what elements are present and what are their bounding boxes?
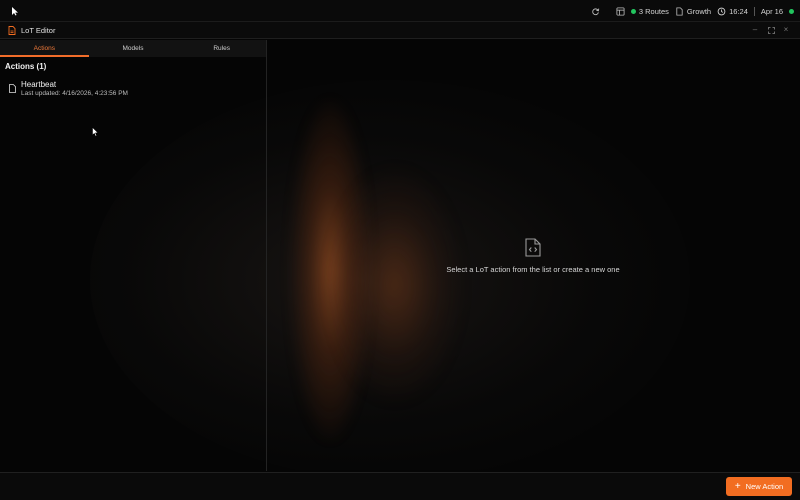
plus-icon: + bbox=[734, 480, 741, 492]
routes-status[interactable]: 3 Routes bbox=[630, 6, 669, 16]
layout-icon[interactable] bbox=[616, 6, 625, 16]
mouse-cursor-icon bbox=[92, 127, 99, 137]
workspace-indicator[interactable]: Growth bbox=[675, 7, 711, 16]
window-title: LoT Editor bbox=[21, 26, 56, 35]
minimize-icon[interactable]: – bbox=[750, 25, 760, 35]
action-list-item-heartbeat[interactable]: Heartbeat Last updated: 4/16/2026, 4:23:… bbox=[6, 79, 256, 101]
close-icon[interactable]: × bbox=[781, 25, 791, 35]
new-action-label: New Action bbox=[745, 482, 784, 491]
workspace-label: Growth bbox=[686, 6, 712, 16]
clock-icon bbox=[717, 7, 726, 15]
routes-label: 3 Routes bbox=[638, 6, 669, 16]
window-titlebar: LoT Editor – × bbox=[0, 22, 800, 39]
system-bar: 3 Routes Growth 16:24 Apr 16 bbox=[0, 0, 800, 22]
action-last-updated: Last updated: 4/16/2026, 4:23:56 PM bbox=[21, 90, 128, 97]
tab-actions[interactable]: Actions bbox=[0, 40, 89, 57]
tab-models[interactable]: Models bbox=[89, 40, 178, 57]
tab-rules[interactable]: Rules bbox=[177, 40, 266, 57]
empty-state-message: Select a LoT action from the list or cre… bbox=[446, 265, 620, 274]
refresh-icon[interactable] bbox=[591, 7, 600, 16]
actions-section-title: Actions (1) bbox=[5, 62, 47, 71]
lot-editor-icon bbox=[8, 26, 16, 35]
time-label: 16:24 bbox=[729, 6, 748, 16]
lot-editor-window: LoT Editor – × Actions Models Rules Acti… bbox=[0, 22, 800, 500]
date-label: Apr 16 bbox=[760, 6, 783, 16]
document-icon bbox=[676, 6, 683, 16]
status-dot bbox=[630, 8, 636, 14]
sidebar: Actions Models Rules Actions (1) Heartbe… bbox=[0, 40, 267, 471]
online-status-dot bbox=[789, 8, 794, 14]
action-name: Heartbeat bbox=[21, 80, 57, 89]
divider bbox=[753, 6, 755, 16]
file-code-icon bbox=[525, 238, 541, 257]
maximize-icon[interactable] bbox=[766, 25, 776, 35]
new-action-button[interactable]: + New Action bbox=[726, 477, 792, 496]
tab-bar: Actions Models Rules bbox=[0, 40, 266, 57]
footer-bar: + New Action bbox=[0, 472, 800, 500]
file-icon bbox=[9, 84, 16, 93]
app-logo-icon[interactable] bbox=[11, 6, 19, 16]
clock: 16:24 bbox=[717, 7, 748, 16]
